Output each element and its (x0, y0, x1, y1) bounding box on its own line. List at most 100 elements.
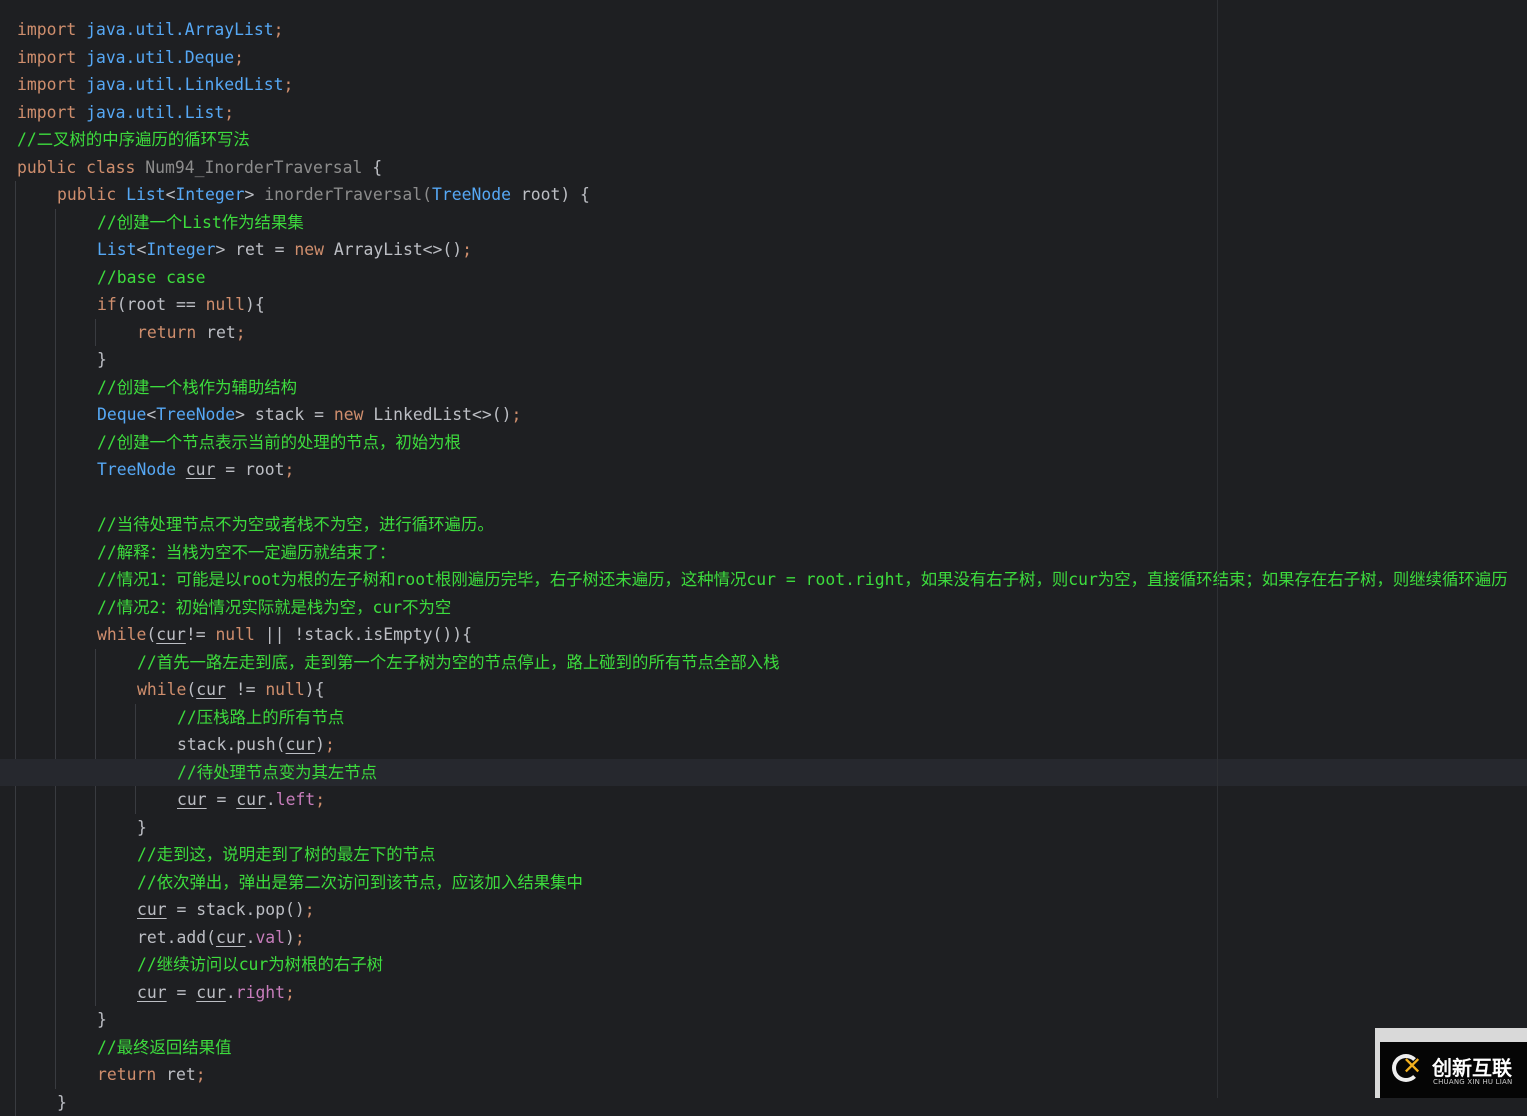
code-line[interactable]: //最终返回结果值 (0, 1034, 1527, 1062)
code-line-content: } (137, 814, 147, 842)
code-line[interactable]: cur = stack.pop(); (0, 896, 1527, 924)
code-token: cur (137, 982, 167, 1002)
code-line[interactable]: //首先一路左走到底，走到第一个左子树为空的节点停止，路上碰到的所有节点全部入栈 (0, 649, 1527, 677)
code-line[interactable]: public class Num94_InorderTraversal { (0, 154, 1527, 182)
code-line[interactable]: TreeNode cur = root; (0, 456, 1527, 484)
code-editor[interactable]: import java.util.ArrayList; import java.u… (0, 0, 1527, 1116)
code-keyword: return (137, 322, 207, 342)
code-token: Integer (146, 240, 216, 260)
code-token: cur (196, 680, 226, 700)
code-line[interactable]: import java.util.LinkedList; (0, 71, 1527, 99)
code-line[interactable]: //创建一个List作为结果集 (0, 209, 1527, 237)
code-line[interactable]: import java.util.Deque; (0, 44, 1527, 72)
code-line[interactable]: } (0, 1006, 1527, 1034)
code-line[interactable]: } (0, 346, 1527, 374)
code-token: = (206, 790, 237, 810)
code-token: . (225, 982, 236, 1002)
code-line[interactable]: stack.push(cur); (0, 731, 1527, 759)
code-line[interactable]: cur = cur.left; (0, 786, 1527, 814)
code-token: < (146, 405, 157, 425)
code-token: ArrayList<>() (333, 240, 463, 260)
code-token: || !stack.isEmpty()){ (264, 625, 473, 645)
code-token: ; (285, 982, 295, 1002)
code-token: java.util.LinkedList (86, 75, 284, 95)
code-line[interactable]: while(cur != null){ (0, 676, 1527, 704)
code-line-content: cur = cur.right; (137, 979, 295, 1007)
code-comment: //二叉树的中序遍历的循环写法 (17, 130, 250, 150)
logo-name-cn: 创新互联 (1432, 1056, 1512, 1080)
code-keyword: new (294, 240, 334, 260)
code-token: Integer (175, 185, 245, 205)
code-line[interactable]: //走到这，说明走到了树的最左下的节点 (0, 841, 1527, 869)
code-line[interactable]: //压栈路上的所有节点 (0, 704, 1527, 732)
code-token: ; (235, 322, 246, 342)
code-token: List (126, 185, 166, 205)
code-line[interactable]: //情况1：可能是以root为根的左子树和root根刚遍历完毕，右子树还未遍历，… (0, 566, 1527, 594)
code-line-content: return ret; (97, 1061, 206, 1089)
code-token: TreeNode (156, 405, 236, 425)
code-line[interactable]: List<Integer> ret = new ArrayList<>(); (0, 236, 1527, 264)
code-token: java.util.ArrayList (86, 20, 274, 40)
code-line-content: } (97, 1006, 107, 1034)
code-token: val (255, 927, 286, 947)
code-token: } (57, 1092, 67, 1112)
code-token: stack.push( (177, 735, 286, 755)
code-token: cur (185, 460, 216, 480)
code-line[interactable]: //二叉树的中序遍历的循环写法 (0, 126, 1527, 154)
code-line[interactable]: //依次弹出，弹出是第二次访问到该节点，应该加入结果集中 (0, 869, 1527, 897)
code-comment: //压栈路上的所有节点 (177, 707, 345, 727)
code-line[interactable]: //base case (0, 264, 1527, 292)
code-line[interactable]: //待处理节点变为其左节点 (0, 758, 1527, 787)
code-line[interactable]: import java.util.List; (0, 99, 1527, 127)
code-line[interactable]: return ret; (0, 319, 1527, 347)
code-line[interactable]: cur = cur.right; (0, 979, 1527, 1007)
code-line[interactable]: import java.util.ArrayList; (0, 16, 1527, 44)
code-token: != (185, 625, 216, 645)
code-token: cur (196, 982, 226, 1002)
code-line[interactable]: //解释：当栈为空不一定遍历就结束了： (0, 539, 1527, 567)
code-line-content: while(cur != null){ (137, 676, 325, 704)
code-token: ( (186, 680, 197, 700)
code-comment: //走到这，说明走到了树的最左下的节点 (137, 845, 436, 865)
code-token: ) (285, 927, 295, 947)
code-line[interactable]: return ret; (0, 1061, 1527, 1089)
code-line-content: //创建一个List作为结果集 (97, 209, 304, 237)
code-token: inorderTraversal( (264, 185, 433, 205)
code-line-content: } (97, 346, 107, 374)
code-line-content: //继续访问以cur为树根的右子树 (137, 951, 383, 979)
code-line[interactable]: if(root == null){ (0, 291, 1527, 319)
code-line[interactable]: ret.add(cur.val); (0, 924, 1527, 952)
code-token: TreeNode (97, 460, 186, 480)
code-token: ; (511, 405, 522, 425)
code-line[interactable]: } (0, 814, 1527, 842)
code-line[interactable] (0, 484, 1527, 512)
code-line-content: ret.add(cur.val); (137, 924, 305, 952)
code-token: cur (236, 790, 266, 810)
code-token: cur (156, 625, 186, 645)
logo-name-en: CHUANG XIN HU LIAN (1433, 1078, 1513, 1086)
code-line-content: public class Num94_InorderTraversal { (17, 154, 382, 182)
code-line[interactable]: public List<Integer> inorderTraversal(Tr… (0, 181, 1527, 209)
code-token: root) { (520, 185, 590, 205)
code-line[interactable]: Deque<TreeNode> stack = new LinkedList<>… (0, 401, 1527, 429)
code-token: ret.add( (137, 927, 216, 947)
code-token: java.util.Deque (86, 47, 235, 67)
code-token: = (166, 982, 197, 1002)
code-line[interactable]: //创建一个节点表示当前的处理的节点，初始为根 (0, 429, 1527, 457)
code-token: ; (315, 790, 326, 810)
code-keyword: while (97, 625, 147, 645)
code-line[interactable]: //情况2：初始情况实际就是栈为空，cur不为空 (0, 594, 1527, 622)
code-line-content: //依次弹出，弹出是第二次访问到该节点，应该加入结果集中 (137, 869, 583, 897)
code-line[interactable]: } (0, 1089, 1527, 1116)
code-line-content: //base case (97, 264, 206, 292)
code-token: cur (285, 735, 316, 755)
code-line-content: List<Integer> ret = new ArrayList<>(); (97, 236, 472, 264)
code-token: Num94_InorderTraversal (145, 157, 373, 177)
code-comment: //情况2：初始情况实际就是栈为空，cur不为空 (97, 597, 452, 617)
code-line-content: //待处理节点变为其左节点 (177, 759, 377, 787)
code-token: < (165, 185, 176, 205)
code-line[interactable]: //创建一个栈作为辅助结构 (0, 374, 1527, 402)
code-line[interactable]: //当待处理节点不为空或者栈不为空，进行循环遍历。 (0, 511, 1527, 539)
code-line[interactable]: while(cur!= null || !stack.isEmpty()){ (0, 621, 1527, 649)
code-line[interactable]: //继续访问以cur为树根的右子树 (0, 951, 1527, 979)
